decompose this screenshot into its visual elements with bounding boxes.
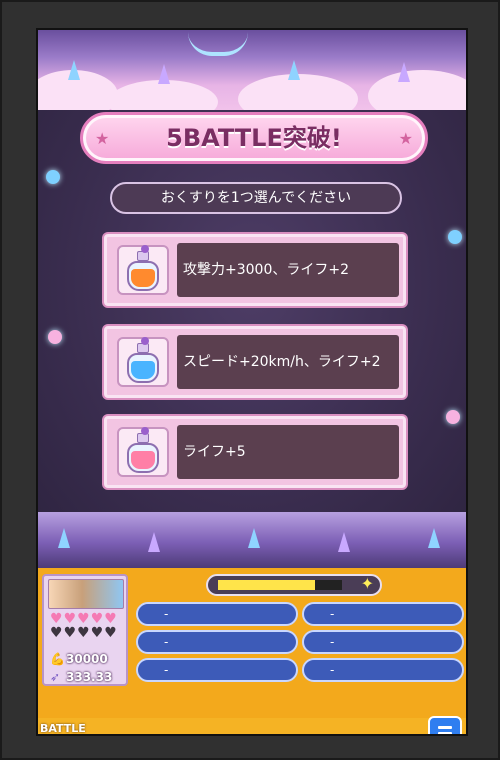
battle-clear-banner: ★ 5BATTLE突破! ★ (80, 112, 428, 164)
item-slot[interactable]: - (136, 630, 298, 654)
sparkle-icon (448, 230, 462, 244)
gauge-track (218, 580, 342, 590)
feather-icon: ➶ (50, 670, 61, 684)
top-decoration (38, 30, 466, 124)
skill-gauge: ✦ (206, 574, 382, 596)
blue-potion-icon (117, 337, 169, 387)
sparkle-icon (46, 170, 60, 184)
attack-stat: 💪30000 (50, 652, 108, 666)
battle-number: 5 (56, 734, 96, 736)
bunny-icon: ✦ (360, 574, 374, 593)
crystal-icon (398, 62, 410, 82)
menu-icon (438, 726, 452, 729)
attack-icon: 💪 (50, 652, 65, 666)
gauge-fill (218, 580, 315, 590)
heart-empty-icon: ♥ (104, 625, 118, 641)
crystal-icon (58, 528, 70, 548)
status-hud: ♥♥♥♥♥ ♥♥♥♥♥ 💪30000 ➶ 333.33 ✦ - - - - - - (38, 568, 466, 736)
sparkle-icon (446, 410, 460, 424)
potion-option-3[interactable]: ライフ+5 (104, 416, 406, 488)
banner-title: 5BATTLE突破! (166, 124, 342, 152)
speed-stat: ➶ 333.33 (50, 670, 113, 684)
potion-option-2[interactable]: スピード+20km/h、ライフ+2 (104, 326, 406, 398)
heart-empty-icon: ♥ (63, 625, 78, 641)
crystal-icon (338, 532, 350, 552)
battle-strip (38, 718, 466, 734)
bottom-decoration (38, 512, 466, 568)
character-portrait (48, 579, 124, 609)
crystal-icon (148, 532, 160, 552)
option-label: 攻撃力+3000、ライフ+2 (177, 243, 399, 297)
instruction-text: おくすりを1つ選んでください (110, 182, 402, 214)
item-slot[interactable]: - (302, 630, 464, 654)
crystal-icon (68, 60, 80, 80)
potion-option-1[interactable]: 攻撃力+3000、ライフ+2 (104, 234, 406, 306)
character-card: ♥♥♥♥♥ ♥♥♥♥♥ 💪30000 ➶ 333.33 (42, 574, 128, 686)
crystal-icon (428, 528, 440, 548)
device-frame: ★ 5BATTLE突破! ★ おくすりを1つ選んでください 攻撃力+3000、ラ… (0, 0, 500, 760)
menu-icon (438, 732, 452, 734)
menu-button[interactable] (428, 716, 462, 734)
crystal-icon (158, 64, 170, 84)
star-icon: ★ (398, 129, 413, 148)
heart-empty-icon: ♥ (50, 625, 64, 641)
item-slot[interactable]: - (302, 602, 464, 626)
option-label: スピード+20km/h、ライフ+2 (177, 335, 399, 389)
item-slot[interactable]: - (136, 658, 298, 682)
crystal-icon (248, 528, 260, 548)
item-slot[interactable]: - (302, 658, 464, 682)
heart-empty-icon: ♥ (77, 625, 91, 641)
moon-icon (188, 32, 248, 56)
game-screen: ★ 5BATTLE突破! ★ おくすりを1つ選んでください 攻撃力+3000、ラ… (36, 28, 468, 736)
sparkle-icon (48, 330, 62, 344)
crystal-icon (288, 60, 300, 80)
option-label: ライフ+5 (177, 425, 399, 479)
pink-potion-icon (117, 427, 169, 477)
orange-potion-icon (117, 245, 169, 295)
life-hearts: ♥♥♥♥♥ ♥♥♥♥♥ (50, 612, 124, 640)
heart-empty-icon: ♥ (90, 625, 105, 641)
item-slot[interactable]: - (136, 602, 298, 626)
